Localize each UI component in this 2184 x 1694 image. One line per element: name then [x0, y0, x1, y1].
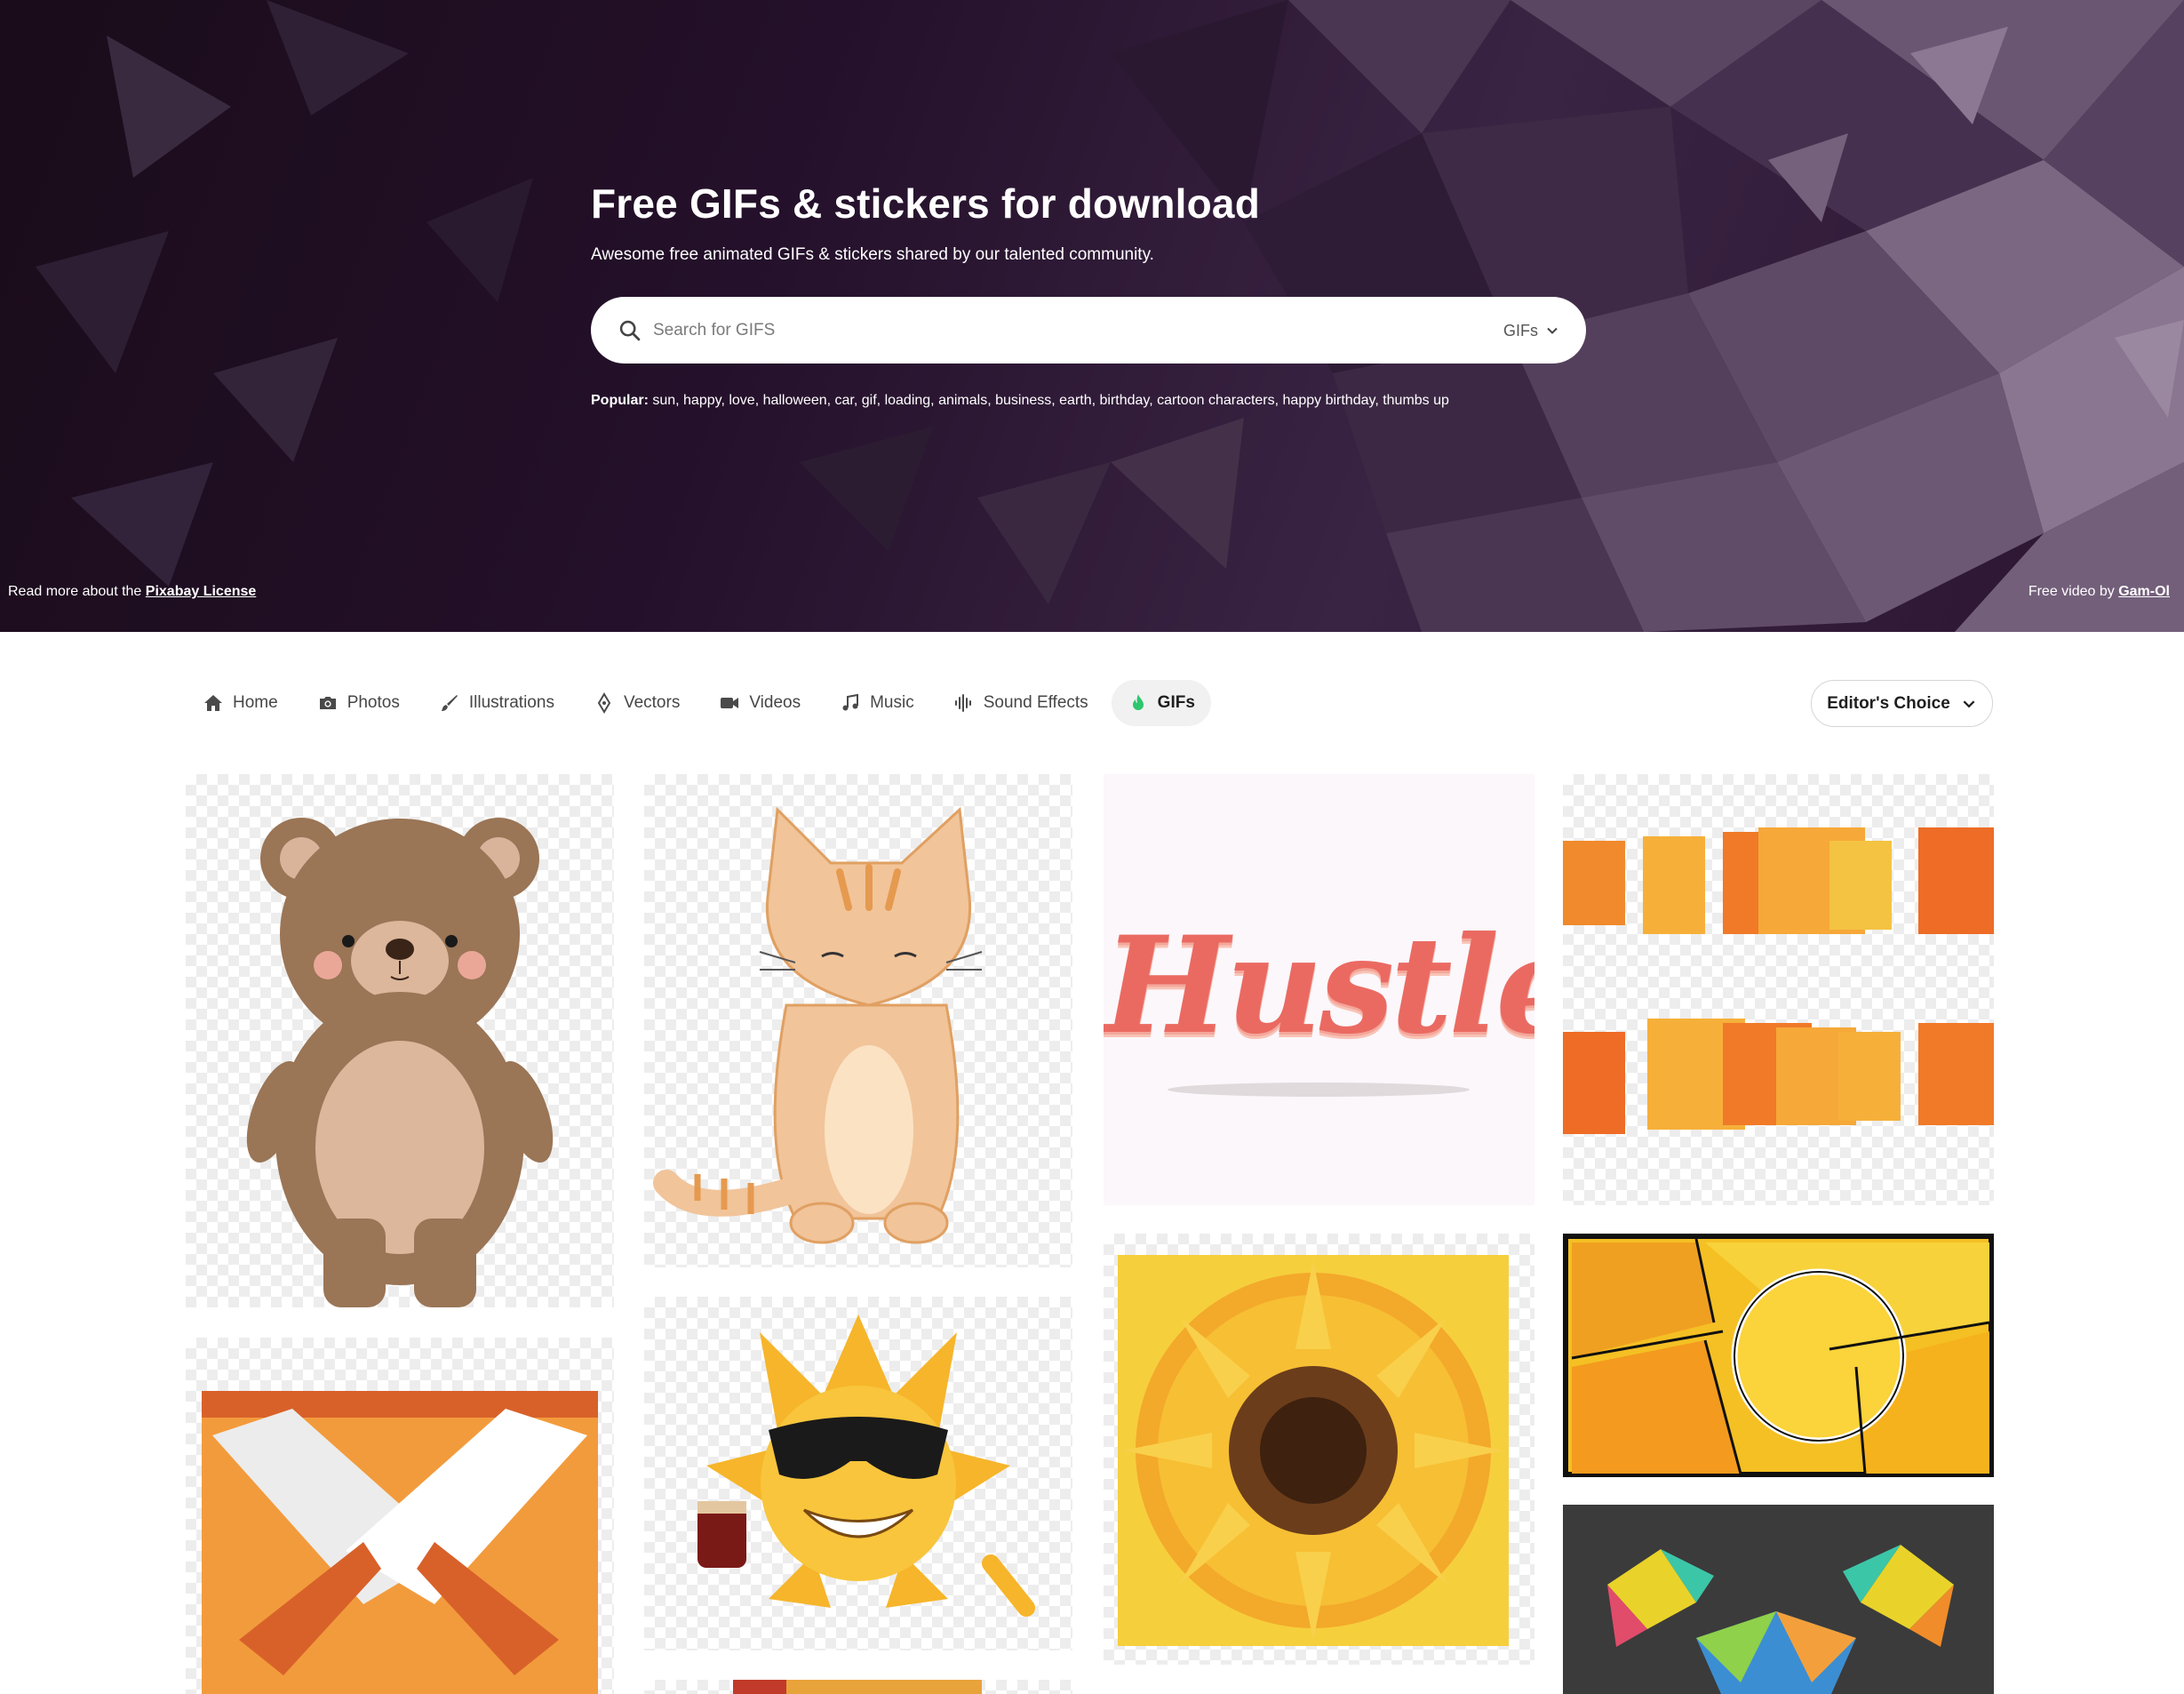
pen-nib-icon: [597, 692, 611, 714]
nav-item-home[interactable]: Home: [187, 680, 294, 726]
popular-tag[interactable]: happy: [683, 393, 721, 408]
nav-item-videos[interactable]: Videos: [703, 680, 817, 726]
video-camera-icon: [721, 698, 739, 708]
nav-label: Home: [233, 693, 278, 712]
popular-tag[interactable]: animals: [938, 393, 987, 408]
nav-item-illustrations[interactable]: Illustrations: [423, 680, 570, 726]
chevron-down-icon: [1963, 699, 1975, 707]
video-credit: Free video by Gam-Ol: [2029, 584, 2170, 600]
nav-label: Music: [870, 693, 914, 712]
gif-tile-tabby-cat[interactable]: [644, 774, 1072, 1267]
comic-panels-image: [1568, 1238, 1990, 1474]
gif-flame-icon: [1132, 694, 1144, 710]
license-link[interactable]: Pixabay License: [146, 584, 257, 599]
popular-tag[interactable]: happy birthday: [1283, 393, 1375, 408]
low-poly-figure-image: [1607, 1545, 1954, 1694]
nav-item-sound-effects[interactable]: Sound Effects: [937, 680, 1104, 726]
brush-icon: [441, 695, 458, 711]
popular-tag[interactable]: car: [835, 393, 854, 408]
popular-tag[interactable]: thumbs up: [1383, 393, 1449, 408]
orange-stripes-image: [1563, 827, 1994, 1134]
nav-label: GIFs: [1157, 693, 1195, 712]
nav-label: Illustrations: [468, 693, 554, 712]
search-input[interactable]: [653, 313, 1435, 348]
home-icon: [204, 695, 222, 711]
popular-tag[interactable]: earth: [1059, 393, 1091, 408]
license-note: Read more about the Pixabay License: [8, 584, 256, 600]
gif-tile-orange-stripes[interactable]: [1563, 774, 1994, 1205]
nav-label: Videos: [749, 693, 801, 712]
nav-label: Sound Effects: [983, 693, 1088, 712]
credit-author-link[interactable]: Gam-Ol: [2118, 584, 2170, 599]
sort-dropdown[interactable]: Editor's Choice: [1811, 680, 1993, 727]
search-bar: GIFs: [591, 297, 1586, 364]
popular-tag[interactable]: cartoon characters: [1157, 393, 1275, 408]
popular-tag[interactable]: gif: [862, 393, 877, 408]
nav-label: Vectors: [623, 693, 681, 712]
gif-tile-comic-panels[interactable]: [1563, 1234, 1994, 1477]
envelope-image: [202, 1391, 598, 1694]
hero-banner: Free GIFs & stickers for download Awesom…: [0, 0, 2184, 632]
license-prefix: Read more about the: [8, 584, 142, 599]
nav-item-photos[interactable]: Photos: [301, 680, 416, 726]
sunflower-image: [1118, 1255, 1509, 1646]
popular-tag[interactable]: sun: [652, 393, 675, 408]
search-icon[interactable]: [618, 318, 642, 343]
nav-item-vectors[interactable]: Vectors: [578, 680, 696, 726]
waveform-icon: [954, 694, 971, 712]
credit-prefix: Free video by: [2028, 584, 2115, 599]
camera-icon: [319, 697, 336, 709]
gif-tile-sunflower[interactable]: [1104, 1234, 1534, 1665]
cool-sun-image: [697, 1314, 1035, 1617]
media-type-label: GIFs: [1503, 321, 1538, 340]
gif-tile-low-poly[interactable]: [1563, 1505, 1994, 1694]
chevron-down-icon: [1547, 327, 1558, 334]
hero-subtitle: Awesome free animated GIFs & stickers sh…: [591, 245, 1154, 264]
sort-label: Editor's Choice: [1827, 693, 1950, 713]
popular-tag[interactable]: loading: [885, 393, 931, 408]
gif-tile-teddy-bear[interactable]: [186, 774, 614, 1307]
gif-tile-hustle[interactable]: Hustle: [1104, 774, 1534, 1205]
nav-item-music[interactable]: Music: [824, 680, 930, 726]
gif-tile-envelope[interactable]: [186, 1338, 614, 1694]
tabby-cat-image: [653, 806, 983, 1244]
music-note-icon: [842, 693, 859, 711]
nav-label: Photos: [347, 693, 400, 712]
gif-tile-sun-sunglasses[interactable]: [644, 1297, 1072, 1650]
nav-item-gifs[interactable]: GIFs: [1111, 680, 1211, 726]
popular-tag[interactable]: business: [995, 393, 1051, 408]
category-nav: Home Photos Illustrations Vectors Videos…: [187, 680, 1211, 726]
popular-tag[interactable]: love: [729, 393, 754, 408]
teddy-bear-image: [246, 818, 554, 1307]
hustle-lettering: Hustle: [1104, 907, 1534, 1064]
popular-searches: Popular: sun, happy, love, halloween, ca…: [591, 393, 1449, 408]
popular-tag[interactable]: birthday: [1100, 393, 1150, 408]
popular-label: Popular:: [591, 393, 649, 408]
popular-tag[interactable]: halloween: [763, 393, 827, 408]
gif-tile-partial[interactable]: [644, 1680, 1072, 1694]
partial-image: [733, 1680, 982, 1694]
hero-title: Free GIFs & stickers for download: [591, 180, 1260, 227]
media-type-dropdown[interactable]: GIFs: [1503, 316, 1559, 345]
